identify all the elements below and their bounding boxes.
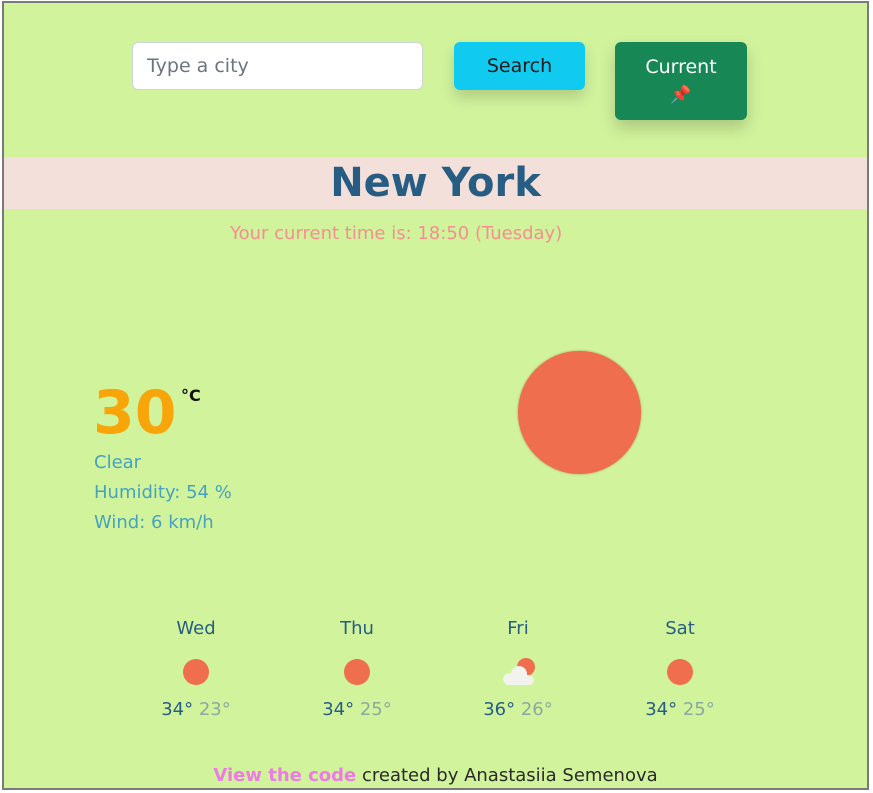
pushpin-icon: 📌	[670, 85, 692, 105]
city-name: New York	[330, 160, 541, 206]
sun-icon	[183, 659, 209, 685]
forecast-min-temp: 25°	[359, 699, 392, 720]
sun-icon	[344, 659, 370, 685]
forecast-max-temp: 36°	[483, 699, 516, 720]
current-time: Your current time is: 18:50 (Tuesday)	[230, 223, 563, 244]
forecast-day-name: Wed	[176, 618, 216, 639]
forecast-day: Sat 34° 25°	[610, 615, 750, 723]
forecast-day: Thu 34° 25°	[287, 615, 427, 723]
forecast-min-temp: 23°	[198, 699, 231, 720]
forecast-temps: 34° 23°	[126, 697, 266, 723]
weather-description: Clear	[94, 452, 142, 473]
footer-credit: created by Anastasiia Semenova	[356, 765, 658, 786]
humidity-text: Humidity: 54 %	[94, 482, 232, 503]
footer: View the code created by Anastasiia Seme…	[4, 765, 867, 786]
search-button[interactable]: Search	[454, 42, 585, 90]
city-search-input[interactable]	[132, 42, 423, 90]
current-button-label: Current	[645, 56, 717, 78]
view-code-link[interactable]: View the code	[213, 765, 356, 786]
wind-text: Wind: 6 km/h	[94, 512, 214, 533]
forecast-min-temp: 26°	[520, 699, 553, 720]
current-location-button[interactable]: Current 📌	[615, 42, 747, 120]
sun-icon	[667, 659, 693, 685]
forecast-max-temp: 34°	[322, 699, 355, 720]
cloud-sun-icon	[503, 658, 535, 685]
forecast-temps: 36° 26°	[448, 697, 588, 723]
forecast-day-name: Fri	[507, 618, 529, 639]
temperature-value: 30	[93, 378, 177, 448]
forecast-day: Fri 36° 26°	[448, 615, 588, 723]
forecast-temps: 34° 25°	[610, 697, 750, 723]
forecast-day-name: Thu	[340, 618, 374, 639]
sun-icon	[518, 351, 641, 474]
temperature-unit: °C	[181, 386, 201, 405]
forecast-temps: 34° 25°	[287, 697, 427, 723]
forecast-min-temp: 25°	[682, 699, 715, 720]
forecast-max-temp: 34°	[645, 699, 678, 720]
forecast-day-name: Sat	[665, 618, 695, 639]
forecast-max-temp: 34°	[161, 699, 194, 720]
forecast-day: Wed 34° 23°	[126, 615, 266, 723]
weather-app: Search Current 📌 New York Your current t…	[2, 1, 869, 790]
